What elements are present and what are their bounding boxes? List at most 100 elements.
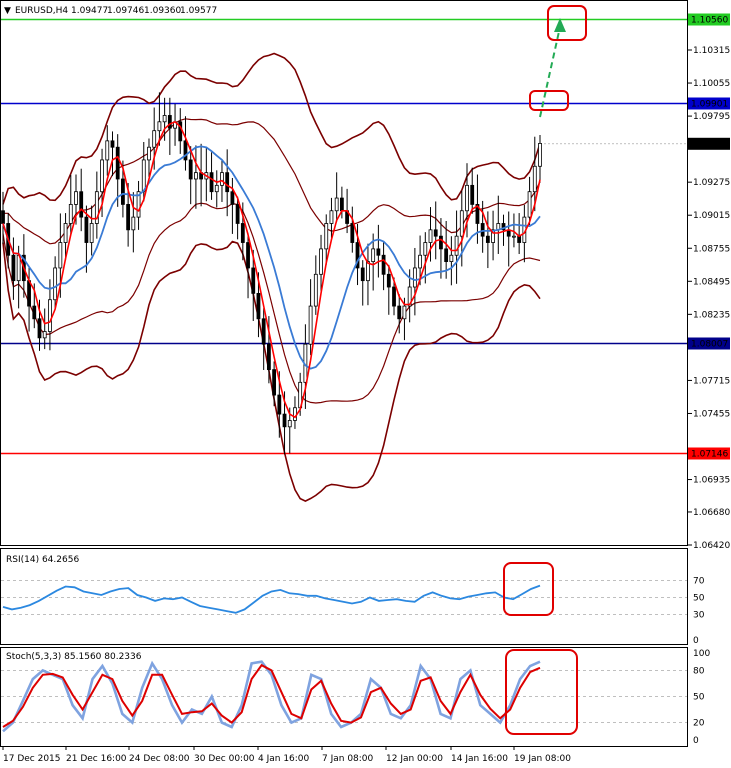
candle-body bbox=[220, 172, 224, 186]
candle-body bbox=[376, 248, 381, 256]
candle-body bbox=[386, 273, 391, 288]
candle-body bbox=[418, 254, 422, 269]
candle-body bbox=[324, 223, 329, 250]
stoch-tick-label: 0 bbox=[693, 736, 699, 746]
price-tick-label: 1.09275 bbox=[693, 178, 730, 188]
candle-body bbox=[84, 216, 89, 243]
price-tick-label: 1.06420 bbox=[693, 541, 730, 551]
candle-body bbox=[68, 204, 73, 224]
close-value: 1.09577 bbox=[180, 6, 217, 16]
candle-body bbox=[162, 115, 167, 123]
stoch-tick-label: 100 bbox=[693, 649, 710, 659]
candle-body bbox=[32, 305, 37, 320]
level-price-label: 1.07146 bbox=[691, 450, 728, 460]
candle-body bbox=[465, 184, 469, 212]
main-price-panel bbox=[0, 0, 688, 546]
candle-body bbox=[126, 204, 131, 231]
candle-body bbox=[11, 254, 16, 282]
candle-body bbox=[392, 286, 396, 307]
open-value: 1.09477 bbox=[71, 6, 108, 16]
candle-body bbox=[287, 420, 292, 428]
price-tick-label: 1.08235 bbox=[693, 310, 730, 320]
stoch-label: Stoch(5,3,3) 85.1560 80.2336 bbox=[6, 652, 142, 662]
candle-body bbox=[433, 229, 438, 237]
candle-body bbox=[412, 267, 417, 288]
candle-body bbox=[261, 318, 266, 345]
candle-body bbox=[105, 140, 110, 161]
candle-body bbox=[79, 191, 84, 218]
level-price-label: 1.10560 bbox=[691, 16, 728, 26]
price-tick-label: 1.08495 bbox=[693, 277, 730, 287]
candle-body bbox=[194, 172, 198, 180]
time-tick-label: 7 Jan 08:00 bbox=[322, 754, 374, 764]
candle-body bbox=[100, 159, 104, 193]
candle-body bbox=[308, 305, 313, 345]
candle-body bbox=[209, 172, 214, 193]
candle-body bbox=[272, 369, 277, 396]
candle-body bbox=[240, 223, 245, 243]
candle-body bbox=[141, 159, 146, 193]
candle-body bbox=[397, 305, 402, 320]
candle-body bbox=[517, 235, 522, 243]
candle-body bbox=[532, 165, 537, 193]
price-tick-label: 1.08755 bbox=[693, 244, 730, 254]
candle-body bbox=[350, 223, 355, 243]
candle-body bbox=[225, 172, 230, 193]
candle-body bbox=[366, 261, 370, 282]
collapse-arrow-icon[interactable]: ▼ bbox=[4, 6, 11, 16]
candle-body bbox=[329, 210, 334, 224]
candle-body bbox=[58, 242, 63, 269]
level-price-label: 1.09901 bbox=[691, 100, 728, 110]
candle-body bbox=[246, 242, 250, 269]
stoch-tick-label: 80 bbox=[693, 666, 705, 676]
rsi-tick-label: 70 bbox=[693, 577, 705, 587]
price-tick-label: 1.06680 bbox=[693, 508, 730, 518]
candle-body bbox=[454, 235, 459, 256]
candle-body bbox=[371, 248, 376, 262]
candle-body bbox=[402, 305, 407, 320]
eurusd-h4-chart: 1.10560 1.09901 1.08007 1.07146 1.09577 70 50… bbox=[0, 0, 730, 764]
level-price-label: 1.08007 bbox=[691, 340, 728, 350]
candle-body bbox=[188, 159, 193, 180]
time-tick-label: 24 Dec 08:00 bbox=[129, 754, 190, 764]
price-tick-label: 1.10315 bbox=[693, 46, 730, 56]
price-tick-label: 1.09015 bbox=[693, 211, 730, 221]
stoch-panel bbox=[0, 647, 688, 747]
candle-body bbox=[110, 140, 115, 148]
symbol-label: EURUSD,H4 bbox=[15, 6, 68, 16]
candle-body bbox=[251, 267, 256, 294]
price-tick-label: 1.07455 bbox=[693, 409, 730, 419]
time-tick-label: 17 Dec 2015 bbox=[3, 754, 61, 764]
candle-body bbox=[235, 204, 240, 224]
candle-body bbox=[121, 178, 125, 205]
time-tick-label: 4 Jan 16:00 bbox=[258, 754, 310, 764]
candle-body bbox=[37, 318, 42, 339]
candle-body bbox=[74, 191, 78, 205]
candle-body bbox=[313, 273, 318, 307]
candle-body bbox=[381, 254, 386, 275]
high-value: 1.09746 bbox=[107, 6, 144, 16]
candle-body bbox=[157, 121, 162, 132]
candle-body bbox=[16, 254, 21, 282]
stoch-tick-label: 50 bbox=[693, 693, 705, 703]
last-price-label: 1.09577 bbox=[691, 140, 728, 150]
candle-body bbox=[27, 280, 31, 307]
time-tick-label: 30 Dec 00:00 bbox=[194, 754, 255, 764]
stoch-tick-label: 20 bbox=[693, 719, 705, 729]
candle-body bbox=[256, 292, 261, 320]
price-tick-label: 1.06935 bbox=[693, 476, 730, 486]
candle-body bbox=[334, 197, 339, 212]
candle-body bbox=[266, 343, 271, 371]
candle-body bbox=[277, 394, 282, 415]
rsi-tick-label: 30 bbox=[693, 611, 705, 621]
candle-body bbox=[444, 248, 449, 262]
candle-body bbox=[339, 197, 344, 212]
candle-body bbox=[360, 267, 365, 282]
candle-body bbox=[485, 235, 490, 243]
candle-body bbox=[439, 235, 443, 250]
candle-body bbox=[538, 143, 542, 167]
candle-body bbox=[470, 184, 475, 205]
rsi-label: RSI(14) 64.2656 bbox=[6, 555, 79, 565]
candle-body bbox=[147, 146, 151, 161]
candle-body bbox=[48, 299, 52, 332]
